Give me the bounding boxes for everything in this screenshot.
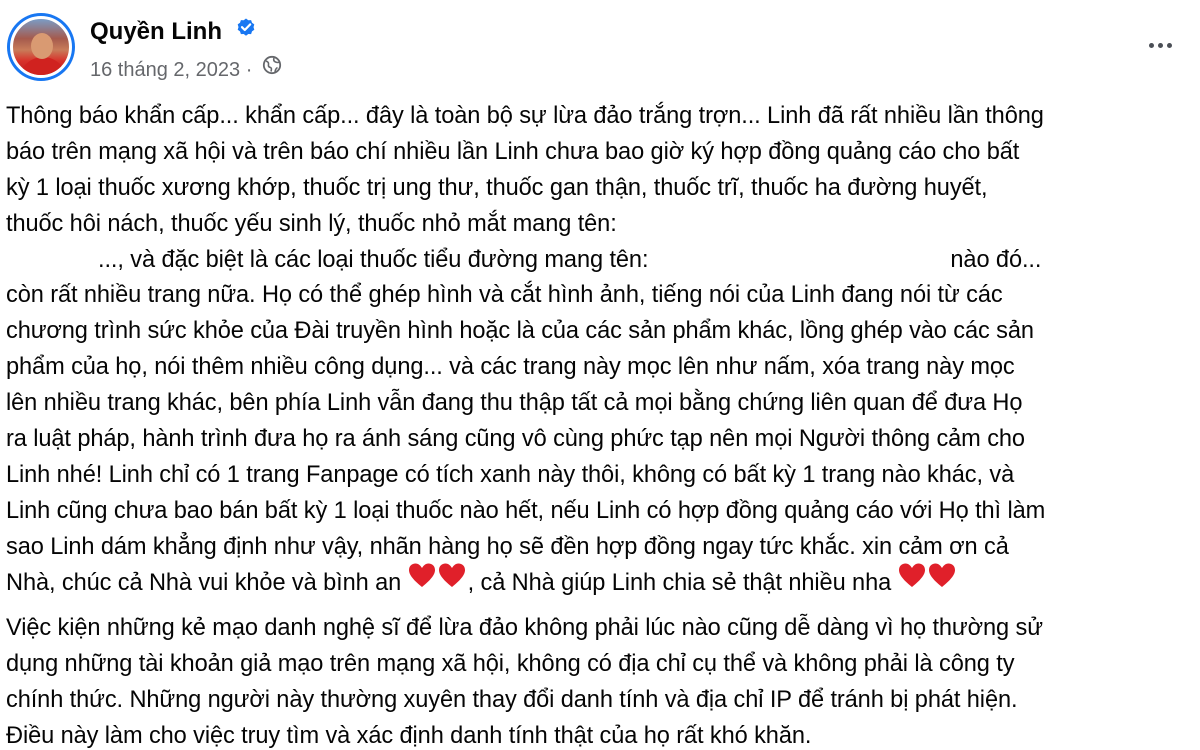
heart-emoji-icon	[898, 562, 958, 602]
text-line: báo trên mạng xã hội và trên báo chí nhi…	[6, 138, 1020, 165]
text-line: sao Linh dám khẳng định như vậy, nhãn hà…	[6, 533, 1009, 560]
text-line: dụng những tài khoản giả mạo trên mạng x…	[6, 651, 1015, 678]
text-segment: Nhà, chúc cả Nhà vui khỏe và bình an	[6, 569, 402, 596]
text-line: ..., và đặc biệt là các loại thuốc tiểu …	[6, 243, 1196, 279]
text-segment: , cả Nhà giúp Linh chia sẻ thật nhiều nh…	[467, 569, 892, 596]
post-date[interactable]: 16 tháng 2, 2023	[90, 59, 240, 81]
more-options-button[interactable]	[1140, 30, 1180, 60]
text-segment: nào đó...	[950, 246, 1042, 273]
text-line: thuốc hôi nách, thuốc yếu sinh lý, thuốc…	[6, 210, 617, 237]
more-options-icon	[1148, 42, 1154, 48]
globe-icon[interactable]	[262, 55, 282, 83]
text-line: Điều này làm cho việc truy tìm và xác đị…	[6, 723, 812, 750]
text-line: chính thức. Những người này thường xuyên…	[6, 687, 1018, 714]
meta-separator: ·	[245, 59, 253, 81]
text-line: ra luật pháp, hành trình đưa họ ra ánh s…	[6, 426, 1025, 453]
post-body: Thông báo khẩn cấp... khẩn cấp... đây là…	[6, 99, 1196, 750]
post-paragraph-2: Việc kiện những kẻ mạo danh nghệ sĩ để l…	[6, 611, 1196, 750]
post-paragraph-1: Thông báo khẩn cấp... khẩn cấp... đây là…	[6, 99, 1196, 601]
heart-emoji-icon	[408, 562, 468, 602]
avatar-face-shape	[31, 33, 53, 59]
text-line: Việc kiện những kẻ mạo danh nghệ sĩ để l…	[6, 615, 1043, 642]
text-line: lên nhiều trang khác, bên phía Linh vẫn …	[6, 390, 1023, 417]
text-line: Linh nhé! Linh chỉ có 1 trang Fanpage có…	[6, 461, 1015, 488]
avatar-shirt-shape	[19, 57, 67, 75]
text-segment: ..., và đặc biệt là các loại thuốc tiểu …	[98, 246, 649, 273]
avatar-photo	[10, 16, 72, 78]
post-meta: 16 tháng 2, 2023 ·	[90, 56, 282, 84]
author-avatar[interactable]	[7, 13, 75, 81]
text-line: Linh cũng chưa bao bán bất kỳ 1 loại thu…	[6, 497, 1046, 524]
author-name[interactable]: Quyền Linh	[90, 18, 222, 45]
text-line: còn rất nhiều trang nữa. Họ có thể ghép …	[6, 282, 1003, 309]
text-line: phẩm của họ, nói thêm nhiều công dụng...…	[6, 354, 1015, 381]
author-name-row: Quyền Linh	[90, 17, 257, 47]
verified-badge-icon	[235, 16, 257, 46]
post-header: Quyền Linh 16 tháng 2, 2023 ·	[0, 0, 1200, 96]
text-line: Nhà, chúc cả Nhà vui khỏe và bình an , c…	[6, 563, 1196, 602]
text-line: chương trình sức khỏe của Đài truyền hìn…	[6, 318, 1034, 345]
text-line: kỳ 1 loại thuốc xương khớp, thuốc trị un…	[6, 174, 988, 201]
text-line: Thông báo khẩn cấp... khẩn cấp... đây là…	[6, 103, 1044, 129]
